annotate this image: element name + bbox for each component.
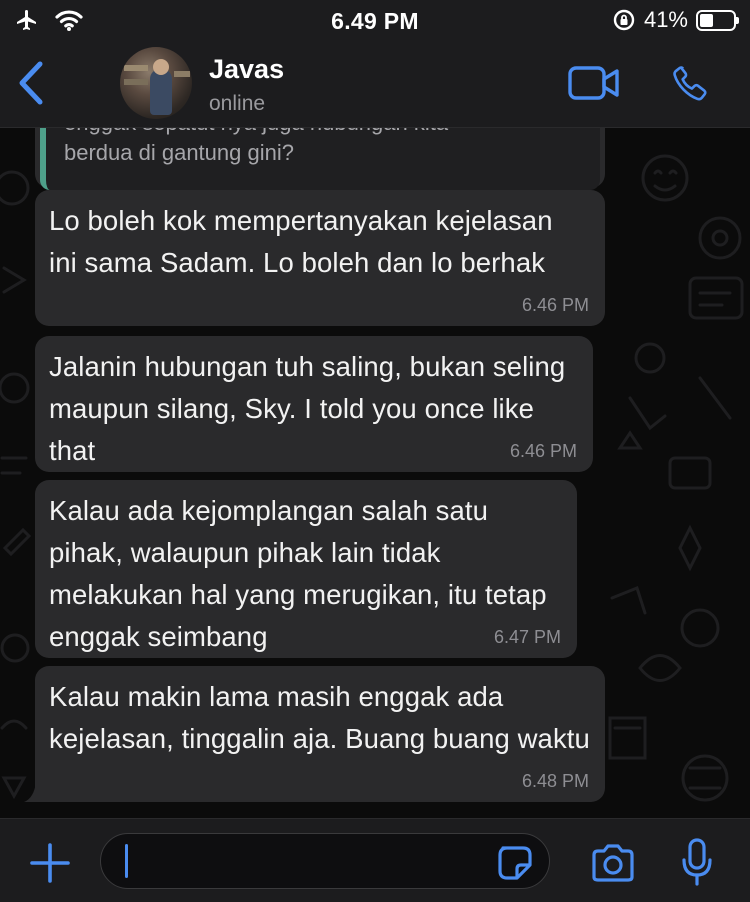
message-time: 6.48 PM <box>521 771 589 791</box>
text-cursor <box>125 844 128 878</box>
quoted-text-line: berdua di gantung gini? <box>64 140 294 165</box>
plus-icon <box>30 843 70 883</box>
message-bubble[interactable]: Kalau ada kejomplangan salah satu pihak,… <box>35 480 577 658</box>
video-call-button[interactable] <box>568 65 620 101</box>
quoted-text-line: enggak sepatut nya juga hubungan kita <box>64 128 600 138</box>
battery-icon <box>696 9 739 31</box>
voice-message-button[interactable] <box>680 837 714 887</box>
message-time: 6.47 PM <box>493 627 561 647</box>
message-input[interactable] <box>100 833 550 889</box>
chat-header: Javas online <box>0 40 750 128</box>
message-text: Kalau makin lama masih enggak ada kejela… <box>49 681 590 754</box>
message-text: Lo boleh kok mempertanyakan kejelasan in… <box>49 205 553 278</box>
contact-name[interactable]: Javas <box>209 54 284 85</box>
sticker-icon <box>498 846 532 880</box>
message-time: 6.46 PM <box>509 441 577 461</box>
orientation-lock-icon <box>612 8 636 32</box>
camera-button[interactable] <box>590 843 636 883</box>
message-bubble[interactable]: Jalanin hubungan tuh saling, bukan selin… <box>35 336 593 472</box>
avatar[interactable] <box>120 47 192 119</box>
phone-icon <box>673 66 707 101</box>
battery-percent: 41% <box>643 7 688 32</box>
video-camera-icon <box>568 66 619 100</box>
message-time: 6.46 PM <box>521 295 589 315</box>
microphone-icon <box>682 838 712 886</box>
message-text: Kalau ada kejomplangan salah satu pihak,… <box>49 495 547 652</box>
back-button[interactable] <box>14 60 48 106</box>
status-bar: 6.49 PM 41% <box>0 0 750 40</box>
chat-area[interactable]: enggak sepatut nya juga hubungan kita be… <box>0 128 750 818</box>
message-text: Jalanin hubungan tuh saling, bukan selin… <box>49 351 566 466</box>
message-bubble[interactable]: Lo boleh kok mempertanyakan kejelasan in… <box>35 190 605 326</box>
input-bar <box>0 818 750 902</box>
bubble-tail <box>24 782 42 802</box>
camera-icon <box>592 844 634 882</box>
sticker-button[interactable] <box>497 845 533 881</box>
chevron-left-icon <box>19 61 43 105</box>
voice-call-button[interactable] <box>668 62 712 104</box>
attach-button[interactable] <box>28 841 72 885</box>
message-bubble[interactable]: Kalau makin lama masih enggak ada kejela… <box>35 666 605 802</box>
quoted-message[interactable]: enggak sepatut nya juga hubungan kita be… <box>35 128 605 190</box>
contact-status: online <box>209 92 266 115</box>
